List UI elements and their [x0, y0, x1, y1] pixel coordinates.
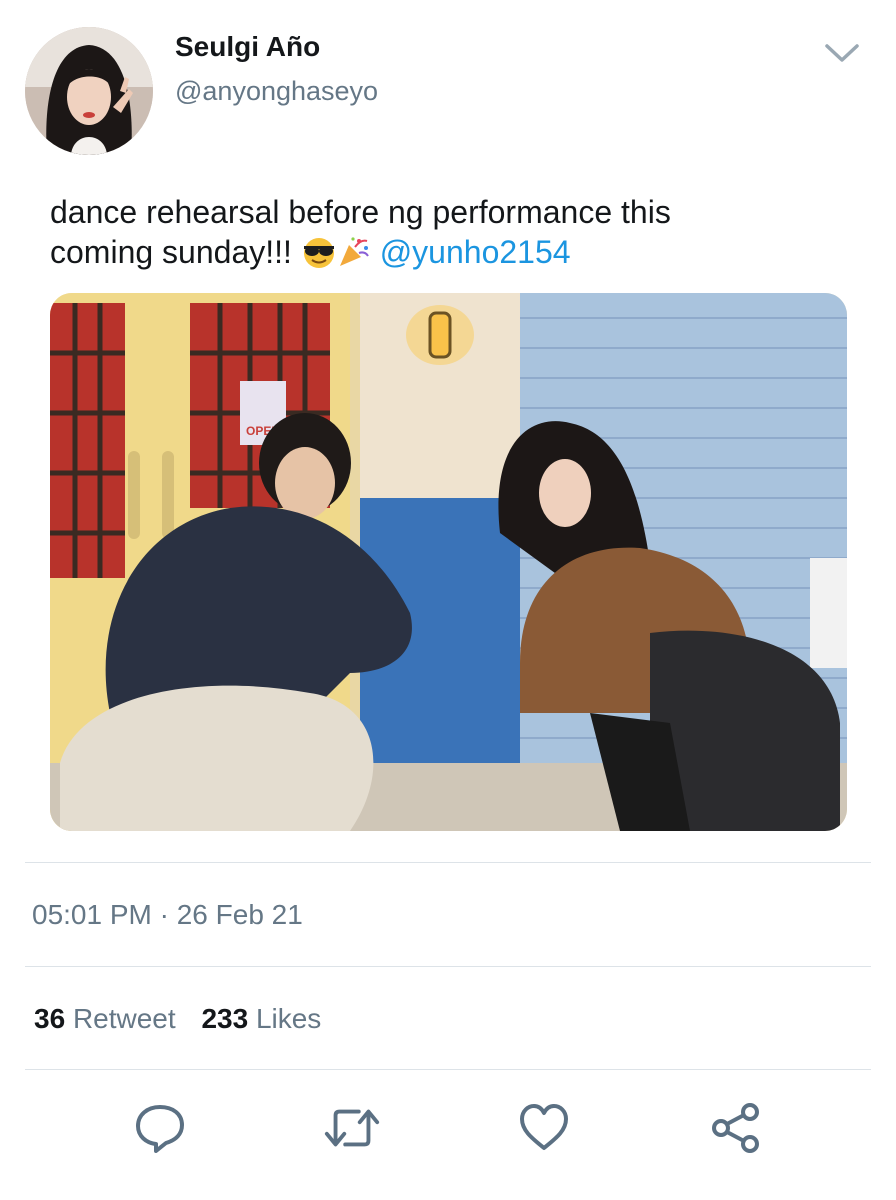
divider — [25, 862, 871, 863]
tweet-photo[interactable]: OPEN — [50, 293, 847, 831]
tweet-text-line2: coming sunday!!! — [50, 234, 292, 270]
like-icon — [520, 1104, 568, 1150]
reply-icon — [136, 1105, 184, 1153]
engagement-stats: 36 Retweet 233 Likes — [34, 1002, 339, 1036]
avatar-photo — [25, 27, 153, 155]
retweets-stat[interactable]: 36 Retweet — [34, 1002, 176, 1036]
share-button[interactable] — [706, 1098, 766, 1158]
likes-stat[interactable]: 233 Likes — [201, 1002, 321, 1036]
user-handle[interactable]: @anyonghaseyo — [175, 74, 378, 108]
action-bar — [0, 1098, 896, 1162]
divider — [25, 1069, 871, 1070]
retweets-label: Retweet — [72, 1003, 176, 1034]
likes-label: Likes — [255, 1003, 322, 1034]
like-button[interactable] — [514, 1098, 574, 1158]
rehearsal-photo: OPEN — [50, 293, 847, 831]
mention-link[interactable]: @yunho2154 — [380, 234, 571, 270]
likes-count: 233 — [201, 1003, 249, 1034]
display-name[interactable]: Seulgi Año — [175, 30, 320, 64]
retweets-count: 36 — [34, 1003, 66, 1034]
retweet-button[interactable] — [322, 1098, 382, 1158]
sunglasses-emoji — [301, 235, 337, 278]
tweet-text-line1: dance rehearsal before ng performance th… — [50, 194, 671, 230]
tweet-timestamp[interactable]: 05:01 PM · 26 Feb 21 — [32, 898, 303, 932]
avatar[interactable] — [25, 27, 153, 155]
share-icon — [712, 1103, 759, 1153]
party-popper-emoji — [337, 235, 371, 278]
chevron-down-icon[interactable] — [823, 40, 861, 68]
divider — [25, 966, 871, 967]
tweet-text: dance rehearsal before ng performance th… — [50, 192, 850, 278]
reply-button[interactable] — [130, 1098, 190, 1158]
retweet-icon — [324, 1109, 380, 1147]
